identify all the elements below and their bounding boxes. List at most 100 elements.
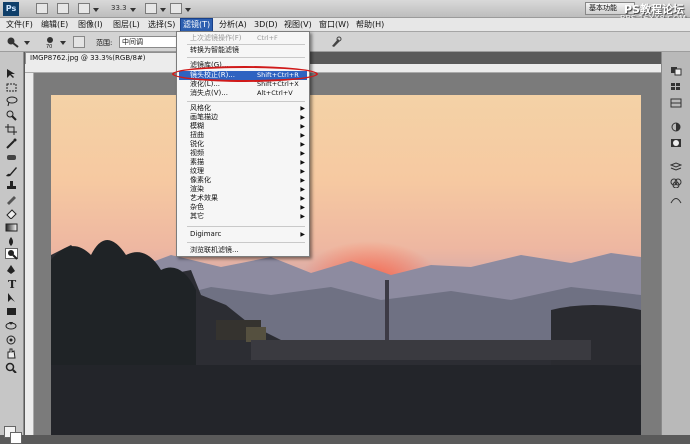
menu-filter[interactable]: 滤镜(T) [180,18,214,32]
range-select[interactable]: 中间调 [119,36,179,48]
menu-item-sketch[interactable]: 素描 ▶ [179,158,307,167]
submenu-arrow-icon: ▶ [300,168,305,175]
menu-item-distort[interactable]: 扭曲 ▶ [179,131,307,140]
hand-tool-icon[interactable] [5,348,18,359]
menu-separator [187,226,305,227]
menu-item-brush-strokes[interactable]: 画笔描边 ▶ [179,113,307,122]
photoshop-logo: Ps [3,2,19,16]
dodge-tool-icon[interactable] [5,248,18,260]
submenu-arrow-icon: ▶ [300,141,305,148]
menu-layer[interactable]: 图层(L) [111,18,142,32]
menu-item-noise[interactable]: 杂色 ▶ [179,203,307,212]
arrange-dropdown[interactable] [160,8,166,12]
menu-select[interactable]: 选择(S) [146,18,177,32]
lasso-tool-icon[interactable] [5,96,18,107]
menu-item-convert-smart-filters[interactable]: 转换为智能滤镜 [179,46,307,55]
masks-panel-icon[interactable] [670,138,682,148]
menu-item-pixelate[interactable]: 像素化 ▶ [179,176,307,185]
background-color-swatch[interactable] [10,432,22,444]
submenu-arrow-icon: ▶ [300,195,305,202]
menu-item-browse-filters-online[interactable]: 浏览联机滤镜... [179,246,307,255]
menu-file[interactable]: 文件(F) [4,18,35,32]
menu-item-stylize[interactable]: 风格化 ▶ [179,104,307,113]
menu-edit[interactable]: 编辑(E) [39,18,70,32]
view-extras-icon[interactable] [78,3,90,14]
menu-separator [187,44,305,45]
marquee-tool-icon[interactable] [5,82,18,93]
brush-dropdown[interactable] [60,41,66,45]
menu-item-video[interactable]: 视频 ▶ [179,149,307,158]
menu-item-vanishing-point[interactable]: 消失点(V)... Alt+Ctrl+V [179,89,307,98]
channels-panel-icon[interactable] [670,178,682,188]
eraser-tool-icon[interactable] [5,208,18,219]
crop-tool-icon[interactable] [5,124,18,135]
swatches-panel-icon[interactable] [670,82,682,92]
submenu-arrow-icon: ▶ [300,150,305,157]
submenu-arrow-icon: ▶ [300,123,305,130]
vertical-ruler[interactable] [25,73,34,435]
tool-preset-dropdown[interactable] [24,41,30,45]
brush-tool-icon[interactable] [5,166,18,177]
submenu-arrow-icon: ▶ [300,231,305,238]
3d-orbit-tool-icon[interactable] [5,334,18,345]
menu-item-blur[interactable]: 模糊 ▶ [179,122,307,131]
menu-separator [187,57,305,58]
3d-rotate-tool-icon[interactable] [5,320,18,331]
svg-text:T: T [8,278,17,289]
options-bar: 70 范围: 中间调 [0,32,690,52]
clone-stamp-tool-icon[interactable] [5,180,18,191]
launch-bridge-icon[interactable] [36,3,48,14]
application-bar: Ps 33.3 基本功能 PS教程论坛 BBS.16XX8.COM [0,0,690,23]
menu-analysis[interactable]: 分析(A) [217,18,249,32]
menu-window[interactable]: 窗口(W) [317,18,351,32]
view-extras-dropdown[interactable] [93,8,99,12]
path-selection-tool-icon[interactable] [5,292,18,303]
menu-item-render[interactable]: 渲染 ▶ [179,185,307,194]
horizontal-ruler[interactable] [25,64,661,73]
shortcut-label: Ctrl+F [257,34,278,42]
shape-tool-icon[interactable] [5,306,18,317]
menu-3d[interactable]: 3D(D) [252,18,280,32]
menu-item-digimarc[interactable]: Digimarc ▶ [179,230,307,239]
menu-help[interactable]: 帮助(H) [354,18,386,32]
type-tool-icon[interactable]: T [5,278,18,289]
annotation-highlight-oval [172,66,318,82]
launch-mini-bridge-icon[interactable] [57,3,69,14]
blur-tool-icon[interactable] [5,236,18,247]
pen-tool-icon[interactable] [5,264,18,275]
eyedropper-tool-icon[interactable] [5,138,18,149]
dodge-tool-preset-icon[interactable] [6,36,20,48]
submenu-arrow-icon: ▶ [300,105,305,112]
menu-item-texture[interactable]: 纹理 ▶ [179,167,307,176]
layers-panel-icon[interactable] [670,162,682,172]
adjustments-panel-icon[interactable] [670,122,682,132]
healing-brush-tool-icon[interactable] [5,152,18,163]
airbrush-icon[interactable] [330,36,342,48]
menu-item-artistic[interactable]: 艺术效果 ▶ [179,194,307,203]
document-title: IMGP8762.jpg @ 33.3%(RGB/8#) [30,54,146,62]
menu-item-other[interactable]: 其它 ▶ [179,212,307,221]
document-image[interactable] [51,95,641,435]
styles-panel-icon[interactable] [670,98,682,108]
gradient-tool-icon[interactable] [5,222,18,233]
paths-panel-icon[interactable] [670,194,682,204]
menu-item-sharpen[interactable]: 锐化 ▶ [179,140,307,149]
zoom-tool-icon[interactable] [5,362,18,373]
zoom-dropdown[interactable] [130,8,136,12]
menu-view[interactable]: 视图(V) [282,18,314,32]
shortcut-label: Alt+Ctrl+V [257,89,293,97]
screen-mode-icon[interactable] [170,3,182,14]
color-panel-icon[interactable] [670,66,682,76]
zoom-level[interactable]: 33.3 [111,4,127,12]
menu-separator [187,101,305,102]
arrange-documents-icon[interactable] [145,3,157,14]
submenu-arrow-icon: ▶ [300,132,305,139]
document-tab[interactable]: IMGP8762.jpg @ 33.3%(RGB/8#) × [25,52,187,64]
screen-mode-dropdown[interactable] [185,8,191,12]
menu-image[interactable]: 图像(I) [76,18,105,32]
move-tool-icon[interactable] [5,68,18,79]
history-brush-tool-icon[interactable] [5,194,18,205]
quick-selection-tool-icon[interactable] [5,110,18,121]
range-label: 范围: [96,39,113,47]
brush-panel-toggle[interactable] [73,36,85,48]
